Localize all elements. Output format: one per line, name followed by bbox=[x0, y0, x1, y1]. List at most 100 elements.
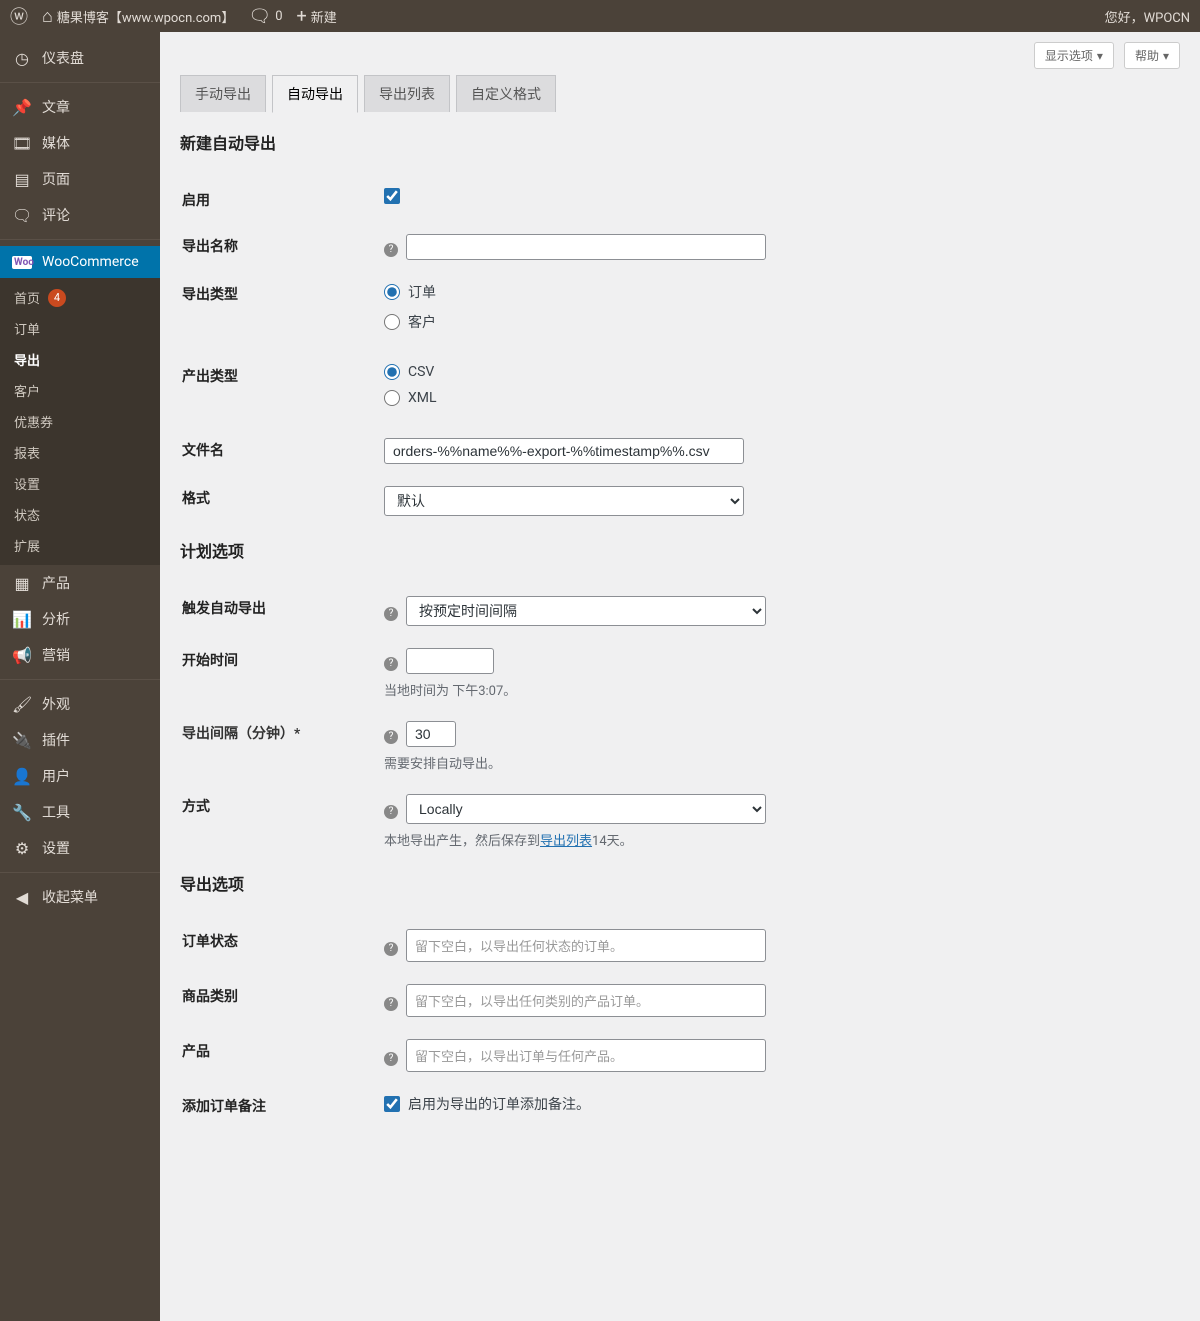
screen-options-button[interactable]: 显示选项▾ bbox=[1034, 42, 1114, 69]
add-notes-checkbox[interactable] bbox=[384, 1096, 400, 1112]
greeting-label: 您好，WPOCN bbox=[1105, 7, 1190, 26]
label-filename: 文件名 bbox=[182, 428, 382, 474]
badge-count: 4 bbox=[48, 289, 66, 307]
help-icon[interactable]: ? bbox=[384, 805, 398, 819]
greeting-link[interactable]: 您好，WPOCN bbox=[1105, 7, 1190, 26]
menu-pages[interactable]: ▤页面 bbox=[0, 161, 160, 197]
user-icon: 👤 bbox=[12, 767, 32, 786]
format-select[interactable]: 默认 bbox=[384, 486, 744, 516]
sub-extensions[interactable]: 扩展 bbox=[0, 530, 160, 561]
products-icon: ▦ bbox=[12, 574, 32, 593]
label-start-time: 开始时间 bbox=[182, 638, 382, 709]
wp-logo-link[interactable]: ⓦ bbox=[10, 3, 28, 29]
export-type-customers-radio[interactable] bbox=[384, 314, 400, 330]
label-format: 格式 bbox=[182, 476, 382, 526]
label-enable: 启用 bbox=[182, 178, 382, 222]
label-prod-cat: 商品类别 bbox=[182, 974, 382, 1027]
prod-cat-input[interactable]: 留下空白，以导出任何类别的产品订单。 bbox=[406, 984, 766, 1017]
home-icon: ⌂ bbox=[42, 6, 53, 27]
menu-dashboard[interactable]: ◷仪表盘 bbox=[0, 40, 160, 76]
megaphone-icon: 📢 bbox=[12, 646, 32, 665]
menu-marketing[interactable]: 📢营销 bbox=[0, 637, 160, 673]
menu-comments[interactable]: 🗨评论 bbox=[0, 197, 160, 233]
collapse-icon: ◀ bbox=[12, 888, 32, 907]
menu-appearance[interactable]: 🖌外观 bbox=[0, 686, 160, 722]
help-icon[interactable]: ? bbox=[384, 942, 398, 956]
tab-manual[interactable]: 手动导出 bbox=[180, 75, 266, 112]
menu-media[interactable]: 🎞媒体 bbox=[0, 125, 160, 161]
sub-export[interactable]: 导出 bbox=[0, 344, 160, 375]
output-csv-radio[interactable] bbox=[384, 364, 400, 380]
interval-input[interactable] bbox=[406, 721, 456, 747]
export-list-link[interactable]: 导出列表 bbox=[540, 834, 592, 849]
site-name: 糖果博客【www.wpocn.com】 bbox=[57, 7, 234, 26]
sub-coupons[interactable]: 优惠券 bbox=[0, 406, 160, 437]
dashboard-icon: ◷ bbox=[12, 49, 32, 68]
analytics-icon: 📊 bbox=[12, 610, 32, 629]
help-icon[interactable]: ? bbox=[384, 657, 398, 671]
comment-icon: 🗨 bbox=[248, 6, 271, 27]
admin-sidebar: ◷仪表盘 📌文章 🎞媒体 ▤页面 🗨评论 WooWooCommerce 首页4 … bbox=[0, 32, 160, 1321]
woocommerce-submenu: 首页4 订单 导出 客户 优惠券 报表 设置 状态 扩展 bbox=[0, 278, 160, 565]
label-trigger: 触发自动导出 bbox=[182, 586, 382, 636]
start-time-input[interactable] bbox=[406, 648, 494, 674]
product-input[interactable]: 留下空白，以导出订单与任何产品。 bbox=[406, 1039, 766, 1072]
main-content: 显示选项▾ 帮助▾ 手动导出 自动导出 导出列表 自定义格式 新建自动导出 启用… bbox=[160, 32, 1200, 1321]
label-export-name: 导出名称 bbox=[182, 224, 382, 270]
sub-status[interactable]: 状态 bbox=[0, 499, 160, 530]
help-button[interactable]: 帮助▾ bbox=[1124, 42, 1180, 69]
new-label: 新建 bbox=[311, 7, 337, 26]
method-desc: 本地导出产生，然后保存到导出列表14天。 bbox=[384, 830, 1178, 849]
chevron-down-icon: ▾ bbox=[1163, 49, 1169, 63]
menu-users[interactable]: 👤用户 bbox=[0, 758, 160, 794]
nav-tabs: 手动导出 自动导出 导出列表 自定义格式 bbox=[180, 75, 1180, 112]
help-icon[interactable]: ? bbox=[384, 730, 398, 744]
menu-posts[interactable]: 📌文章 bbox=[0, 89, 160, 125]
sub-home[interactable]: 首页4 bbox=[0, 282, 160, 313]
menu-tools[interactable]: 🔧工具 bbox=[0, 794, 160, 830]
help-icon[interactable]: ? bbox=[384, 243, 398, 257]
output-xml-radio[interactable] bbox=[384, 390, 400, 406]
menu-woocommerce[interactable]: WooWooCommerce bbox=[0, 246, 160, 278]
new-link[interactable]: +新建 bbox=[297, 6, 337, 27]
comments-link[interactable]: 🗨0 bbox=[248, 6, 282, 27]
sub-orders[interactable]: 订单 bbox=[0, 313, 160, 344]
tab-list[interactable]: 导出列表 bbox=[364, 75, 450, 112]
menu-products[interactable]: ▦产品 bbox=[0, 565, 160, 601]
help-icon[interactable]: ? bbox=[384, 1052, 398, 1066]
plug-icon: 🔌 bbox=[12, 731, 32, 750]
admin-bar: ⓦ ⌂糖果博客【www.wpocn.com】 🗨0 +新建 您好，WPOCN bbox=[0, 0, 1200, 32]
filename-input[interactable] bbox=[384, 438, 744, 464]
interval-desc: 需要安排自动导出。 bbox=[384, 753, 1178, 772]
wordpress-icon: ⓦ bbox=[10, 3, 28, 29]
menu-analytics[interactable]: 📊分析 bbox=[0, 601, 160, 637]
menu-collapse[interactable]: ◀收起菜单 bbox=[0, 879, 160, 915]
order-status-input[interactable]: 留下空白，以导出任何状态的订单。 bbox=[406, 929, 766, 962]
sub-reports[interactable]: 报表 bbox=[0, 437, 160, 468]
label-order-status: 订单状态 bbox=[182, 919, 382, 972]
label-method: 方式 bbox=[182, 784, 382, 859]
chevron-down-icon: ▾ bbox=[1097, 49, 1103, 63]
menu-plugins[interactable]: 🔌插件 bbox=[0, 722, 160, 758]
trigger-select[interactable]: 按预定时间间隔 bbox=[406, 596, 766, 626]
section-export-opts: 导出选项 bbox=[180, 871, 1180, 895]
tab-auto[interactable]: 自动导出 bbox=[272, 75, 358, 113]
wrench-icon: 🔧 bbox=[12, 803, 32, 822]
help-icon[interactable]: ? bbox=[384, 997, 398, 1011]
woocommerce-icon: Woo bbox=[12, 256, 32, 269]
label-export-type: 导出类型 bbox=[182, 272, 382, 352]
export-name-input[interactable] bbox=[406, 234, 766, 260]
section-schedule: 计划选项 bbox=[180, 538, 1180, 562]
plus-icon: + bbox=[297, 6, 307, 27]
help-icon[interactable]: ? bbox=[384, 607, 398, 621]
site-link[interactable]: ⌂糖果博客【www.wpocn.com】 bbox=[42, 6, 234, 27]
media-icon: 🎞 bbox=[12, 134, 32, 153]
sub-settings[interactable]: 设置 bbox=[0, 468, 160, 499]
sub-customers[interactable]: 客户 bbox=[0, 375, 160, 406]
enable-checkbox[interactable] bbox=[384, 188, 400, 204]
tab-custom[interactable]: 自定义格式 bbox=[456, 75, 556, 112]
comments-icon: 🗨 bbox=[12, 206, 32, 225]
method-select[interactable]: Locally bbox=[406, 794, 766, 824]
export-type-orders-radio[interactable] bbox=[384, 284, 400, 300]
menu-settings[interactable]: ⚙设置 bbox=[0, 830, 160, 866]
